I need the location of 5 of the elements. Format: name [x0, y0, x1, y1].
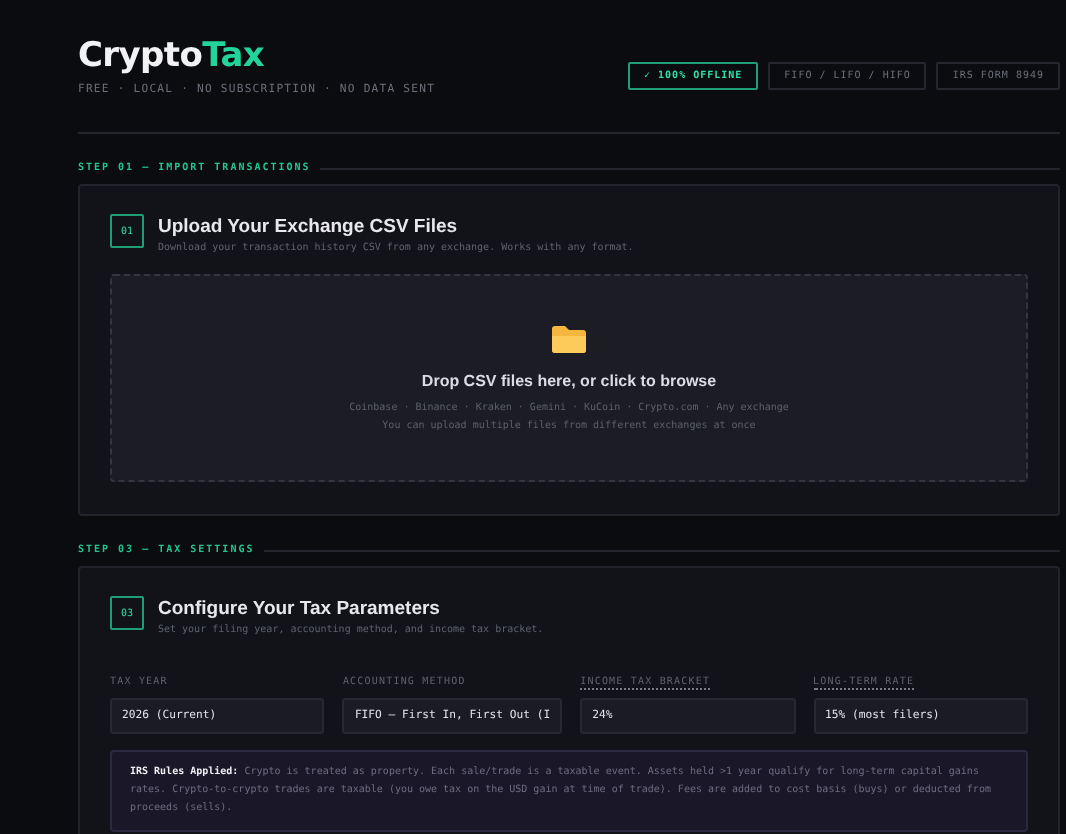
folder-icon [550, 324, 588, 354]
card-title: Configure Your Tax Parameters [158, 598, 442, 620]
card-title: Upload Your Exchange CSV Files [158, 216, 460, 238]
logo: CryptoTax [78, 40, 267, 74]
dropzone-title: Drop CSV files here, or click to browse [421, 372, 717, 390]
